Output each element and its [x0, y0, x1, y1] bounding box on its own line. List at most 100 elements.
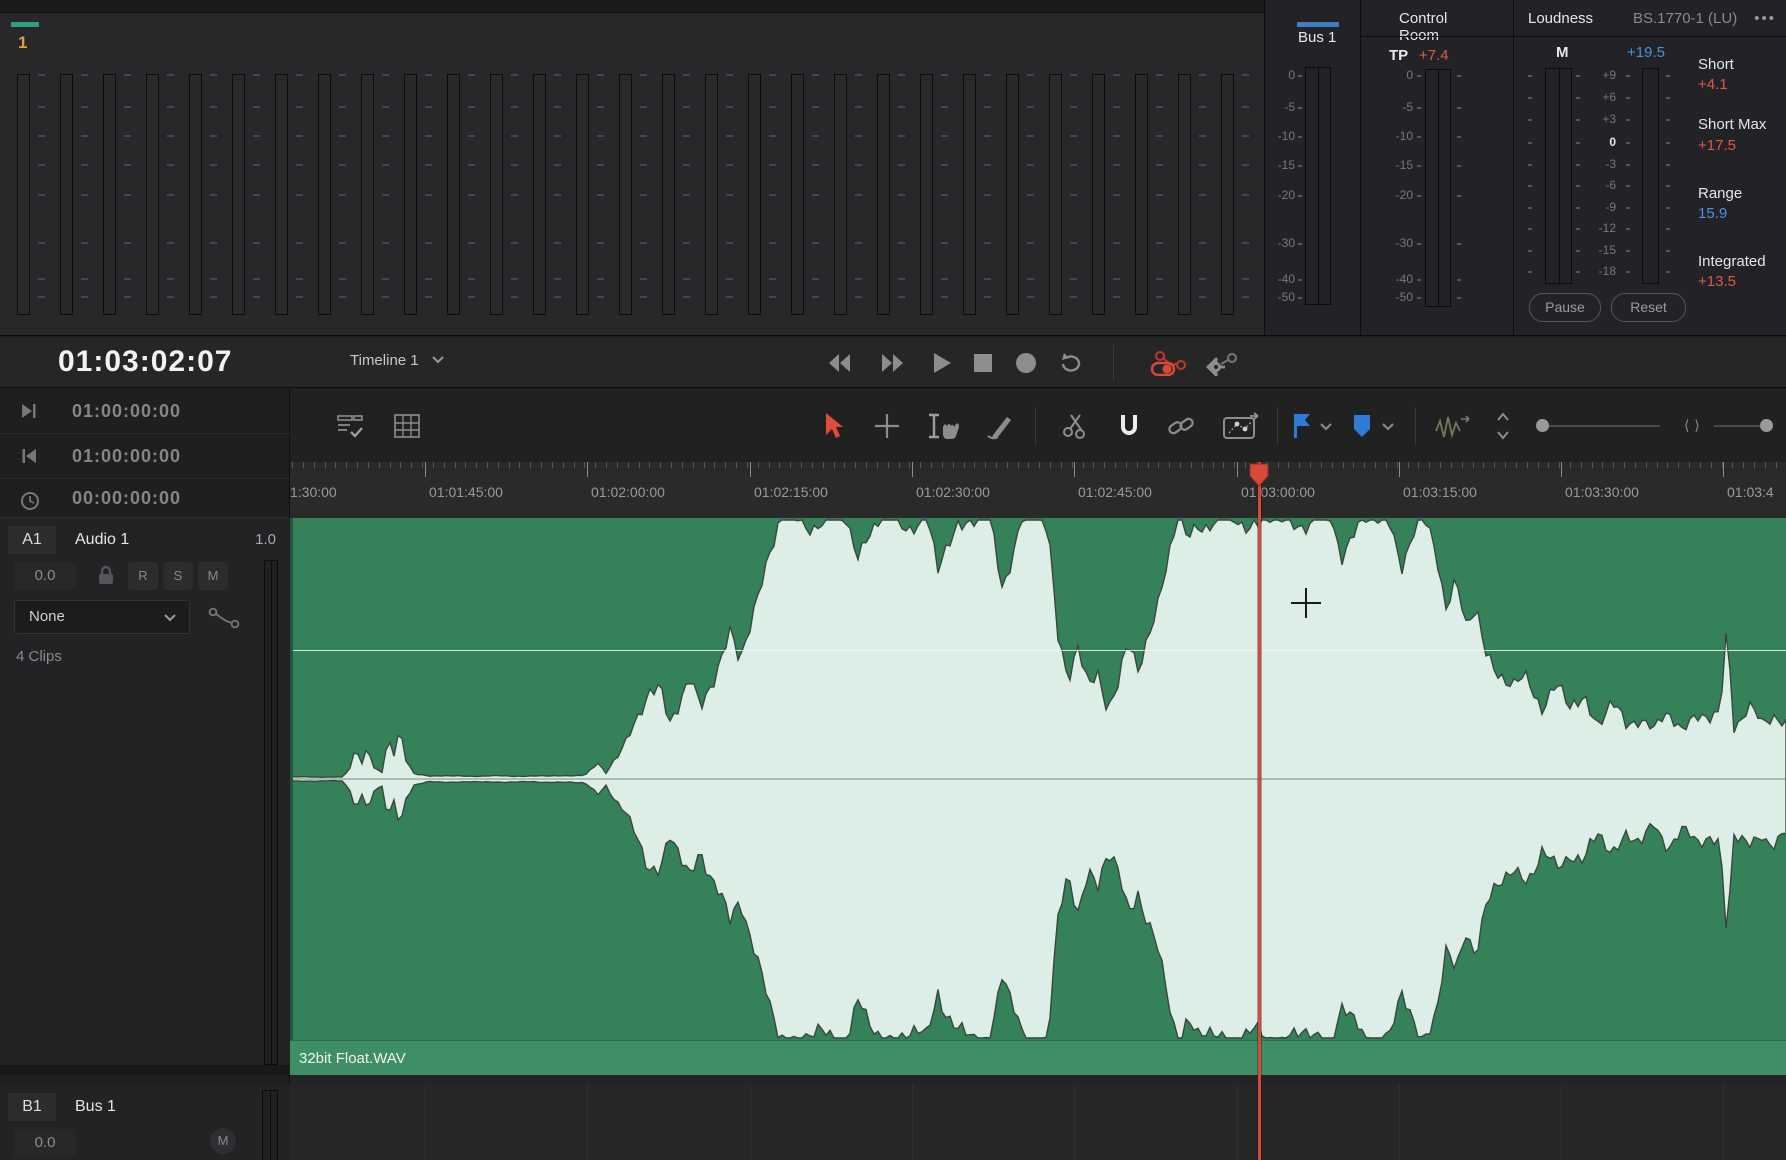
- ruler-timecode-label: 1:30:00: [290, 484, 337, 500]
- chevron-down-icon: [163, 613, 177, 623]
- lu-scale-label: 0: [1586, 135, 1616, 149]
- keyframe-editor-icon[interactable]: [1222, 411, 1260, 441]
- mute-button[interactable]: M: [198, 562, 228, 590]
- automation-curve-icon[interactable]: [206, 606, 242, 630]
- fast-forward-button[interactable]: [880, 350, 906, 376]
- pause-button[interactable]: Pause: [1529, 293, 1601, 322]
- marker-icon[interactable]: [1350, 411, 1374, 441]
- track-height-slider-knob[interactable]: [1536, 419, 1549, 432]
- ruler-timecode-label: 01:03:30:00: [1565, 484, 1639, 500]
- playhead-line[interactable]: [1258, 462, 1261, 1160]
- track-header-a1[interactable]: A1 Audio 1 1.0 0.0 R S M None 4 Clips: [0, 518, 290, 1075]
- track-height-zoom-icon[interactable]: [1492, 411, 1514, 441]
- range-selection-tool-icon[interactable]: [925, 411, 961, 441]
- meter-scale-ticks: [425, 74, 433, 315]
- loudness-menu-icon[interactable]: •••: [1754, 10, 1776, 27]
- ruler-timecode-label: 01:03:15:00: [1403, 484, 1477, 500]
- lu-scale-label: -9: [1586, 200, 1616, 214]
- meter-channel-bar: [490, 74, 503, 315]
- effects-dropdown[interactable]: None: [14, 600, 190, 634]
- pencil-tool-icon[interactable]: [985, 411, 1015, 441]
- timeline-ruler[interactable]: 1:30:0001:01:45:0001:02:00:0001:02:15:00…: [290, 462, 1786, 518]
- meter-channel-bar: [619, 74, 632, 315]
- lu-scale-label: +9: [1586, 68, 1616, 82]
- loudness-panel: Loudness BS.1770-1 (LU) ••• M +19.5 +9+6…: [1513, 0, 1786, 336]
- duration-timecode: 00:00:00:00: [72, 488, 181, 509]
- cut-scissors-icon[interactable]: [1060, 411, 1090, 441]
- meter-scale-ticks: [339, 74, 347, 315]
- audio-clip[interactable]: [290, 518, 1786, 1075]
- scale-label: -40: [1265, 272, 1295, 286]
- meter-channel-bar: [834, 74, 847, 315]
- clip-name-bar[interactable]: 32bit Float.WAV: [290, 1040, 1786, 1075]
- waveform-zoom-icon[interactable]: [1433, 411, 1473, 441]
- toolbar-divider: [1277, 407, 1278, 445]
- control-room-title: Control Room: [1399, 10, 1475, 44]
- index-grid-icon[interactable]: [392, 411, 422, 441]
- panel-divider: [1361, 36, 1513, 37]
- record-arm-button[interactable]: R: [128, 562, 158, 590]
- meter-scale-ticks: [597, 74, 605, 315]
- scale-label: -20: [1265, 188, 1295, 202]
- stop-button[interactable]: [970, 350, 996, 376]
- scale-label: -40: [1383, 272, 1413, 286]
- ruler-major-tick: [587, 462, 588, 477]
- scale-label: -15: [1265, 158, 1295, 172]
- scale-label: -20: [1383, 188, 1413, 202]
- mute-button[interactable]: M: [210, 1128, 236, 1154]
- timeline-view-options-icon[interactable]: [335, 411, 365, 441]
- bus-color-bar: [1297, 22, 1339, 27]
- track-header-b1[interactable]: B1 Bus 1 0.0 M: [0, 1085, 290, 1160]
- meter-channel-bar: [1178, 74, 1191, 315]
- grid-line: [912, 1085, 913, 1160]
- trim-tool-icon[interactable]: [872, 411, 902, 441]
- scale-label: 0: [1383, 68, 1413, 82]
- marker-chevron-down-icon[interactable]: [1380, 411, 1396, 441]
- solo-button[interactable]: S: [163, 562, 193, 590]
- scale-label: -5: [1265, 100, 1295, 114]
- volume-automation-line[interactable]: [290, 650, 1786, 651]
- meter-channel-bar: [920, 74, 933, 315]
- clips-count-label: 4 Clips: [16, 648, 62, 665]
- automation-settings-gear-icon[interactable]: [1203, 350, 1239, 376]
- timeline-selector[interactable]: Timeline 1: [350, 352, 445, 369]
- ruler-major-tick: [1237, 462, 1238, 477]
- grid-line: [1399, 1085, 1400, 1160]
- snap-magnet-icon[interactable]: [1114, 411, 1144, 441]
- timeline-content[interactable]: 32bit Float.WAV: [290, 518, 1786, 1160]
- out-point-icon: [20, 446, 38, 466]
- reset-button[interactable]: Reset: [1611, 293, 1686, 322]
- record-button[interactable]: [1013, 350, 1039, 376]
- selection-tool-icon[interactable]: [818, 411, 848, 441]
- track-gain-field[interactable]: 0.0: [14, 562, 76, 590]
- lu-scale-label: -3: [1586, 157, 1616, 171]
- automation-toggle-icon[interactable]: [1150, 350, 1188, 376]
- bus-track-lane[interactable]: [290, 1085, 1786, 1160]
- flag-icon[interactable]: [1290, 411, 1314, 441]
- out-point-row[interactable]: 01:00:00:00: [0, 434, 290, 479]
- scale-label: -50: [1265, 290, 1295, 304]
- track-meter-a1: [264, 560, 278, 1065]
- grid-line: [1237, 1085, 1238, 1160]
- in-point-row[interactable]: 01:00:00:00: [0, 389, 290, 434]
- playhead-handle[interactable]: [1246, 462, 1272, 488]
- track-height-slider[interactable]: [1540, 425, 1660, 427]
- track-gain-field[interactable]: 0.0: [14, 1129, 76, 1157]
- link-clips-icon[interactable]: [1166, 411, 1196, 441]
- zoom-slider-knob[interactable]: [1760, 419, 1773, 432]
- duration-row[interactable]: 00:00:00:00: [0, 479, 290, 518]
- momentary-label: M: [1556, 44, 1569, 61]
- toolbar-divider: [1415, 407, 1416, 445]
- flag-chevron-down-icon[interactable]: [1318, 411, 1334, 441]
- grid-line: [1723, 1085, 1724, 1160]
- rewind-button[interactable]: [826, 350, 852, 376]
- meter-scale-ticks: [1156, 74, 1164, 315]
- meter-scale-ticks: [124, 74, 132, 315]
- scale-label: -15: [1383, 158, 1413, 172]
- lock-icon[interactable]: [91, 562, 121, 590]
- loop-button[interactable]: [1058, 350, 1084, 376]
- meter-channel-bar: [275, 74, 288, 315]
- ruler-major-tick: [1399, 462, 1400, 477]
- scale-label: -10: [1383, 129, 1413, 143]
- play-button[interactable]: [928, 350, 954, 376]
